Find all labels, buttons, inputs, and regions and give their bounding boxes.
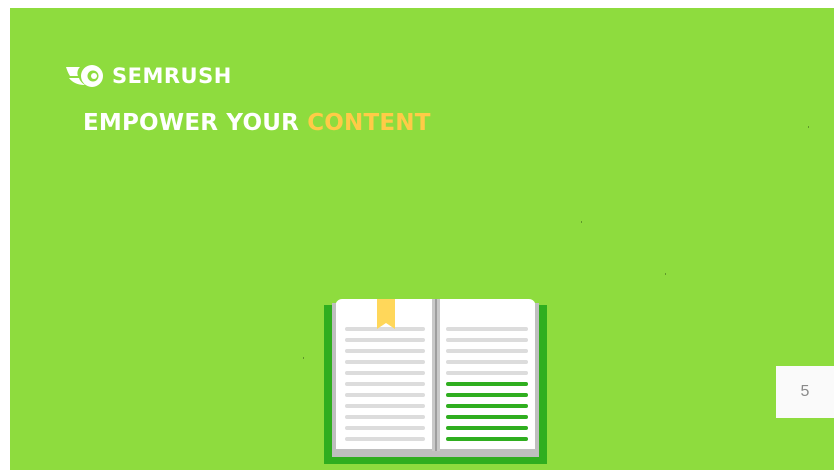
- page-number: 5: [800, 383, 810, 400]
- headline-text: EMPOWER YOUR: [83, 110, 299, 136]
- headline-accent-text: CONTENT: [307, 110, 431, 136]
- background-speck: [808, 126, 809, 128]
- slide-headline: EMPOWER YOUR CONTENT: [83, 112, 431, 135]
- background-speck: [303, 357, 304, 359]
- background-speck: [581, 221, 582, 223]
- semrush-fireball-icon: [66, 65, 103, 87]
- background-speck: [665, 273, 666, 275]
- screen: SEMRUSH EMPOWER YOUR CONTENT 5: [0, 0, 834, 470]
- brand-name: SEMRUSH: [112, 63, 232, 88]
- slide: SEMRUSH EMPOWER YOUR CONTENT: [10, 8, 834, 470]
- page-number-badge: 5: [776, 366, 834, 418]
- brand-logo: SEMRUSH: [66, 58, 232, 94]
- open-book-icon: [324, 299, 547, 464]
